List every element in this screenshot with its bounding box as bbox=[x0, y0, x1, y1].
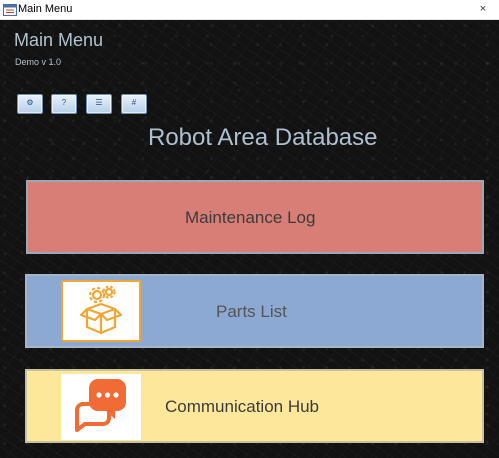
form-icon bbox=[3, 4, 17, 16]
header-title: Main Menu bbox=[14, 30, 104, 50]
help-button[interactable]: ? bbox=[51, 94, 77, 114]
grid-icon: # bbox=[131, 98, 137, 107]
settings-button[interactable]: ⚙ bbox=[17, 94, 43, 114]
main-menu-form: Main Menu Demo v 1.0 ⚙ ? ☰ # Robot Area … bbox=[0, 20, 499, 458]
database-title: Robot Area Database bbox=[148, 124, 378, 151]
list-button[interactable]: ☰ bbox=[86, 94, 112, 114]
parts-box-icon bbox=[61, 280, 141, 342]
chat-icon bbox=[61, 374, 141, 440]
grid-button[interactable]: # bbox=[121, 94, 147, 114]
communication-hub-button[interactable]: Communication Hub bbox=[25, 369, 484, 443]
maintenance-log-label: Maintenance Log bbox=[185, 208, 316, 227]
communication-hub-label: Communication Hub bbox=[165, 397, 320, 416]
list-icon: ☰ bbox=[95, 98, 103, 107]
window-titlebar: Main Menu × bbox=[0, 0, 499, 20]
parts-list-label: Parts List bbox=[216, 302, 287, 321]
window-title: Main Menu bbox=[18, 3, 73, 15]
parts-list-button[interactable]: Parts List bbox=[25, 274, 484, 348]
maintenance-log-button[interactable]: Maintenance Log bbox=[26, 180, 484, 254]
settings-icon: ⚙ bbox=[26, 98, 34, 107]
version-label: Demo v 1.0 bbox=[15, 57, 62, 67]
help-icon: ? bbox=[61, 98, 67, 107]
close-button[interactable]: × bbox=[473, 0, 493, 20]
